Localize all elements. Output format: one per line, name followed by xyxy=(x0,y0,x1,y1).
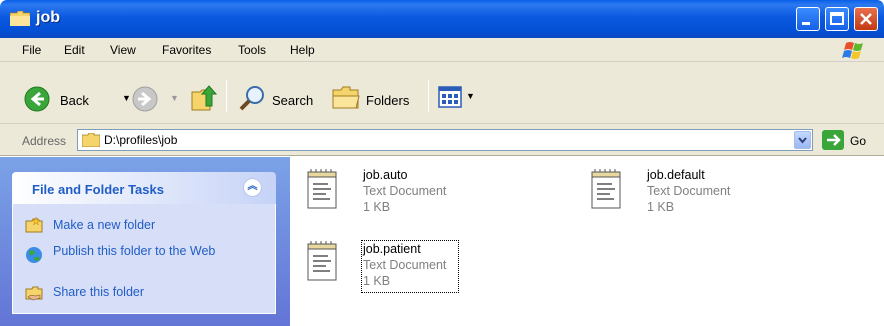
address-path: D:\profiles\job xyxy=(104,133,178,147)
back-arrow-icon xyxy=(24,86,50,112)
address-input[interactable]: D:\profiles\job xyxy=(77,129,813,151)
address-bar: Address D:\profiles\job Go xyxy=(0,124,884,156)
file-size: 1 KB xyxy=(647,200,675,214)
views-dropdown-icon: ▼ xyxy=(466,91,475,101)
file-name: job.patient xyxy=(363,242,421,256)
maximize-icon xyxy=(830,12,844,25)
chevron-down-icon xyxy=(798,137,807,144)
menu-bar: File Edit View Favorites Tools Help xyxy=(0,38,884,62)
text-document-icon xyxy=(307,169,337,209)
chevron-up-icon: ︽ xyxy=(247,181,258,192)
file-type: Text Document xyxy=(647,184,731,198)
address-dropdown-button[interactable] xyxy=(794,131,811,149)
globe-icon xyxy=(26,247,42,263)
close-button[interactable] xyxy=(854,7,878,31)
search-button[interactable]: Search xyxy=(234,82,320,112)
folder-icon xyxy=(82,133,100,147)
file-item[interactable]: job.default Text Document 1 KB xyxy=(590,168,790,220)
toolbar: Back ▼ ▼ Search Folders ▼ xyxy=(0,62,884,124)
views-button[interactable]: ▼ xyxy=(436,84,480,110)
file-size: 1 KB xyxy=(363,274,391,288)
menu-file[interactable]: File xyxy=(22,43,41,57)
go-arrow-icon[interactable] xyxy=(822,130,844,150)
window-title: job xyxy=(36,9,60,26)
menu-help[interactable]: Help xyxy=(290,43,315,57)
forward-arrow-icon xyxy=(132,86,158,112)
title-bar[interactable]: job xyxy=(0,0,884,38)
back-button[interactable]: Back ▼ xyxy=(20,82,132,112)
forward-dropdown-icon[interactable]: ▼ xyxy=(170,93,179,103)
file-name: job.auto xyxy=(363,168,408,182)
file-type: Text Document xyxy=(363,258,447,272)
task-group-header[interactable]: File and Folder Tasks ︽ xyxy=(12,172,276,204)
minimize-icon xyxy=(802,22,810,25)
share-folder-icon xyxy=(25,286,43,301)
file-item[interactable]: job.auto Text Document 1 KB xyxy=(306,168,486,220)
text-document-icon xyxy=(591,169,621,209)
file-name: job.default xyxy=(647,168,705,182)
task-pane: File and Folder Tasks ︽ Make a new folde… xyxy=(0,157,290,326)
file-type: Text Document xyxy=(363,184,447,198)
file-item-selected[interactable]: job.patient Text Document 1 KB xyxy=(306,240,486,294)
new-folder-icon xyxy=(25,216,43,233)
folder-icon xyxy=(10,11,30,26)
task-share-folder[interactable]: Share this folder xyxy=(53,285,144,300)
search-icon xyxy=(239,86,264,111)
maximize-button[interactable] xyxy=(825,7,849,31)
up-folder-icon[interactable] xyxy=(190,84,218,112)
windows-logo-icon xyxy=(842,42,863,59)
text-document-icon xyxy=(307,241,337,281)
task-group-title: File and Folder Tasks xyxy=(32,182,164,197)
back-label: Back xyxy=(60,93,89,108)
search-label: Search xyxy=(272,93,314,108)
menu-edit[interactable]: Edit xyxy=(64,43,85,57)
task-publish-folder[interactable]: Publish this folder to the Web xyxy=(53,244,253,259)
folders-button[interactable]: Folders xyxy=(328,82,420,112)
collapse-button[interactable]: ︽ xyxy=(243,178,262,197)
folders-icon xyxy=(332,86,360,109)
menu-view[interactable]: View xyxy=(110,43,136,57)
forward-button[interactable]: ▼ xyxy=(130,82,186,112)
task-group-body: Make a new folder Publish this folder to… xyxy=(12,204,276,314)
close-icon xyxy=(860,13,872,25)
go-button[interactable]: Go xyxy=(850,134,866,148)
task-make-new-folder[interactable]: Make a new folder xyxy=(53,218,155,233)
file-size: 1 KB xyxy=(363,200,391,214)
menu-tools[interactable]: Tools xyxy=(238,43,266,57)
address-label: Address xyxy=(22,134,67,148)
menu-favorites[interactable]: Favorites xyxy=(162,43,211,57)
views-icon xyxy=(438,86,462,108)
folders-label: Folders xyxy=(366,93,410,108)
minimize-button[interactable] xyxy=(796,7,820,31)
